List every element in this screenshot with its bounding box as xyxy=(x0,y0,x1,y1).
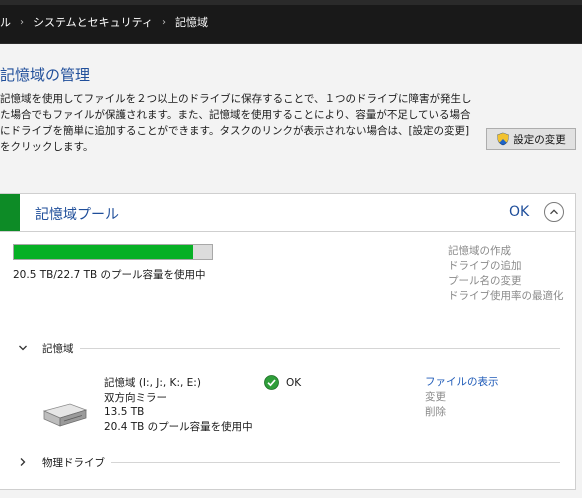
storage-pool-title: 記憶域プール xyxy=(35,207,119,223)
chevron-right-icon xyxy=(18,457,32,467)
storage-pool-header[interactable]: 記憶域プール OK xyxy=(0,194,575,232)
storage-space-name: 記憶域 (I:, J:, K:, E:) xyxy=(104,377,201,389)
rename-pool-link[interactable]: プール名の変更 xyxy=(448,274,568,289)
storage-drive-icon xyxy=(42,403,88,427)
address-bar[interactable]: ル › システムとセキュリティ › 記憶域 xyxy=(0,0,582,44)
physical-drives-section-toggle[interactable]: 物理ドライブ xyxy=(18,454,560,470)
breadcrumb-separator-icon: › xyxy=(162,16,167,28)
storage-space-resiliency: 双方向ミラー xyxy=(104,391,167,404)
add-drives-link[interactable]: ドライブの追加 xyxy=(448,259,568,274)
pool-status-accent xyxy=(0,194,20,231)
storage-spaces-section-label: 記憶域 xyxy=(42,342,74,355)
pool-usage-text: 20.5 TB/22.7 TB のプール容量を使用中 xyxy=(13,269,206,281)
pool-usage-bar xyxy=(13,244,213,260)
uac-shield-icon xyxy=(497,132,510,146)
storage-space-links: ファイルの表示 変更 削除 xyxy=(425,375,499,420)
change-settings-button[interactable]: 設定の変更 xyxy=(486,128,576,150)
storage-space-status: OK xyxy=(264,375,301,390)
storage-pool-status: OK xyxy=(509,204,530,220)
view-files-link[interactable]: ファイルの表示 xyxy=(425,375,499,390)
storage-space-info: 記憶域 (I:, J:, K:, E:) 双方向ミラー 13.5 TB 20.4… xyxy=(104,376,253,434)
title-strip xyxy=(0,0,582,5)
optimize-drive-usage-link[interactable]: ドライブ使用率の最適化 xyxy=(448,289,568,304)
physical-drives-section-label: 物理ドライブ xyxy=(42,456,105,469)
breadcrumb-separator-icon: › xyxy=(20,16,24,28)
page-description: 記憶域を使用してファイルを２つ以上のドライブに保存することで、１つのドライブに障… xyxy=(0,93,472,153)
create-storage-space-link[interactable]: 記憶域の作成 xyxy=(448,244,568,259)
breadcrumb-item-storage-spaces[interactable]: 記憶域 xyxy=(175,14,208,30)
breadcrumb: ル › システムとセキュリティ › 記憶域 xyxy=(0,12,208,32)
storage-space-status-label: OK xyxy=(286,376,302,389)
section-divider xyxy=(79,347,560,349)
change-settings-label: 設定の変更 xyxy=(513,133,566,146)
page-title: 記憶域の管理 xyxy=(0,66,91,84)
chevron-up-icon xyxy=(550,209,558,215)
pool-task-links: 記憶域の作成 ドライブの追加 プール名の変更 ドライブ使用率の最適化 xyxy=(448,244,568,304)
storage-space-usage: 20.4 TB のプール容量を使用中 xyxy=(104,420,253,433)
delete-link[interactable]: 削除 xyxy=(425,405,499,420)
pool-usage-fill xyxy=(14,245,193,259)
chevron-down-icon xyxy=(18,343,32,353)
ok-check-icon xyxy=(264,375,279,390)
breadcrumb-item-control-panel[interactable]: ル xyxy=(0,14,11,30)
collapse-button[interactable] xyxy=(544,202,564,222)
storage-pool-panel: 記憶域プール OK 20.5 TB/22.7 TB のプール容量を使用中 記憶域… xyxy=(0,193,576,490)
breadcrumb-item-system-security[interactable]: システムとセキュリティ xyxy=(33,14,153,30)
change-link[interactable]: 変更 xyxy=(425,390,499,405)
section-divider xyxy=(111,461,560,463)
storage-spaces-section-toggle[interactable]: 記憶域 xyxy=(18,340,560,356)
storage-space-capacity: 13.5 TB xyxy=(104,406,145,418)
